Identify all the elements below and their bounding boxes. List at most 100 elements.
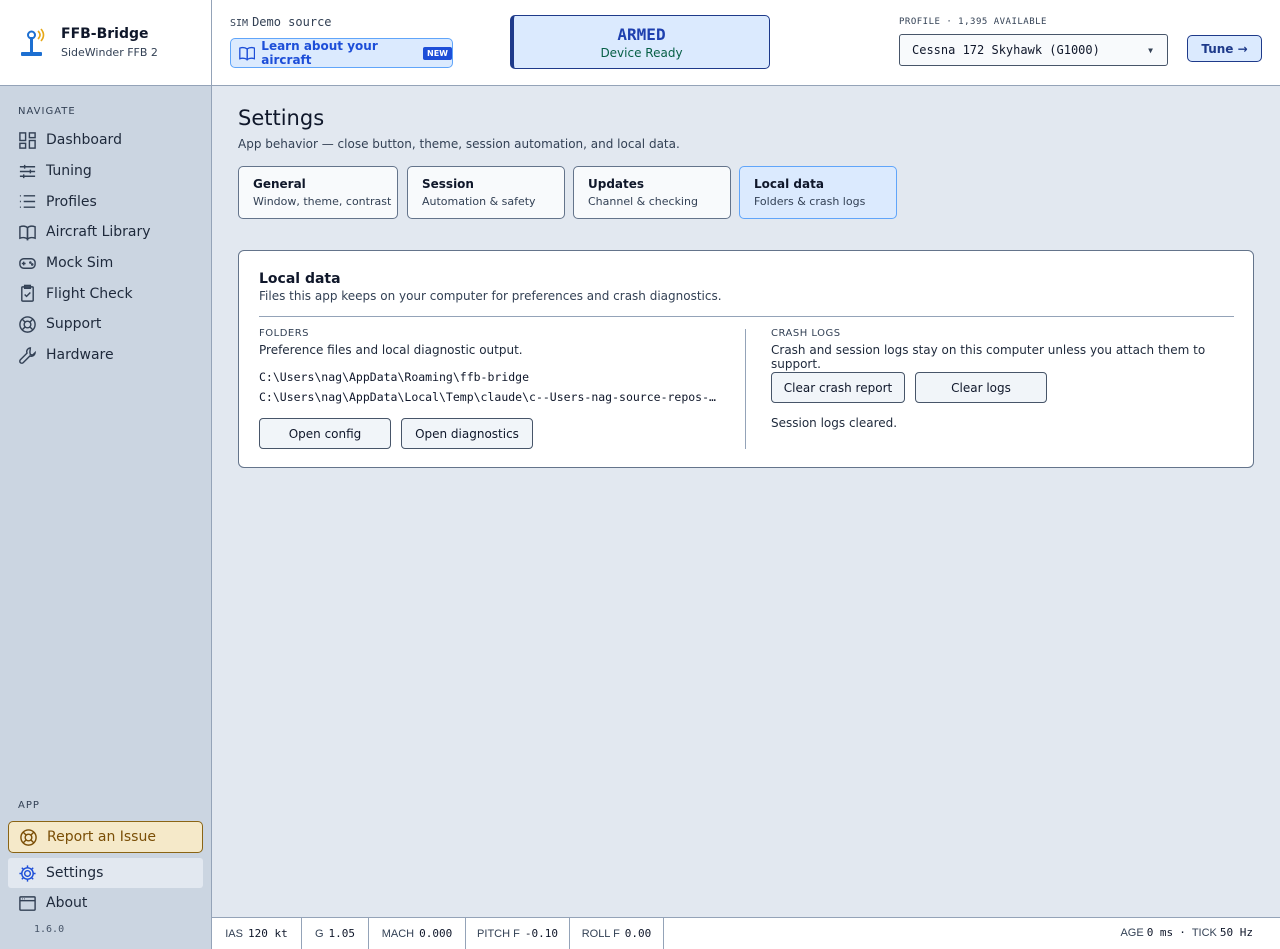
dashboard-icon [19, 132, 36, 149]
lifebuoy-icon [20, 828, 37, 846]
tab-title: Local data [754, 177, 824, 191]
sidebar-item-label: Flight Check [46, 285, 133, 302]
top-bar: SIM Demo source Learn about your aircraft… [212, 0, 1280, 86]
local-data-card: Local data Files this app keeps on your … [238, 250, 1254, 468]
sidebar-item-dashboard[interactable]: Dashboard [8, 125, 203, 156]
list-icon [19, 195, 36, 209]
main-content: Settings App behavior — close button, th… [212, 86, 1280, 917]
tab-general[interactable]: General Window, theme, contrast [238, 166, 398, 219]
sidebar-item-label: Profiles [46, 193, 97, 210]
diagnostics-path: C:\Users\nag\AppData\Local\Temp\claude\c… [259, 390, 716, 404]
pitch-readout: PITCH F -0.10 [466, 918, 570, 949]
mach-readout: MACH 0.000 [369, 918, 466, 949]
clear-logs-button[interactable]: Clear logs [915, 372, 1047, 403]
profile-select[interactable]: Cessna 172 Skyhawk (G1000) ▼ [899, 34, 1168, 66]
sliders-icon [19, 164, 36, 178]
sidebar-item-label: About [46, 895, 88, 911]
folders-label: FOLDERS [259, 328, 310, 339]
open-config-button[interactable]: Open config [259, 418, 391, 449]
sim-label: SIM [230, 18, 249, 29]
tab-subtitle: Channel & checking [588, 195, 698, 208]
separator: · [1179, 926, 1186, 939]
age-key: AGE [1120, 927, 1144, 939]
report-issue-label: Report an Issue [47, 829, 156, 845]
card-subtitle: Files this app keeps on your computer fo… [259, 289, 722, 303]
gear-icon [19, 864, 36, 882]
tune-button[interactable]: Tune → [1187, 35, 1262, 62]
new-badge: NEW [423, 46, 452, 60]
sidebar-item-mock-sim[interactable]: Mock Sim [8, 248, 203, 279]
pitch-key: PITCH F [477, 927, 520, 940]
profile-value: Cessna 172 Skyhawk (G1000) [912, 43, 1100, 57]
g-readout: G 1.05 [302, 918, 369, 949]
report-issue-button[interactable]: Report an Issue [8, 821, 203, 853]
sidebar-item-label: Tuning [46, 163, 92, 180]
g-value: 1.05 [328, 927, 356, 940]
tab-session[interactable]: Session Automation & safety [407, 166, 565, 219]
nav-list: Dashboard Tuning Profiles Aircraft Libra… [8, 125, 203, 371]
sidebar: FFB-Bridge SideWinder FFB 2 NAVIGATE Das… [0, 0, 212, 949]
app-heading: APP [18, 800, 40, 811]
tab-updates[interactable]: Updates Channel & checking [573, 166, 731, 219]
roll-readout: ROLL F 0.00 [570, 918, 664, 949]
ias-key: IAS [225, 927, 243, 940]
age-value: 0 ms [1146, 926, 1174, 939]
book-icon [19, 225, 36, 241]
status-bar: IAS 120 kt G 1.05 MACH 0.000 PITCH F -0.10 R… [212, 917, 1280, 949]
armed-title: ARMED [617, 25, 666, 44]
divider [259, 316, 1234, 317]
sidebar-item-support[interactable]: Support [8, 309, 203, 340]
app-version: 1.6.0 [34, 924, 65, 935]
sidebar-item-about[interactable]: About [8, 888, 203, 918]
tab-title: Updates [588, 177, 645, 191]
sidebar-item-tuning[interactable]: Tuning [8, 156, 203, 187]
clear-crash-report-button[interactable]: Clear crash report [771, 372, 905, 403]
sidebar-item-settings[interactable]: Settings [8, 858, 203, 888]
clipboard-check-icon [21, 284, 34, 303]
crash-logs-label: CRASH LOGS [771, 328, 841, 339]
page-subtitle: App behavior — close button, theme, sess… [238, 137, 680, 151]
chevron-down-icon: ▼ [1148, 45, 1153, 55]
armed-status: ARMED Device Ready [510, 15, 770, 69]
sidebar-item-label: Hardware [46, 347, 114, 364]
folders-subtitle: Preference files and local diagnostic ou… [259, 343, 523, 357]
tab-subtitle: Folders & crash logs [754, 195, 866, 208]
age-readout: AGE 0 ms [1120, 926, 1173, 939]
window-icon [19, 895, 36, 911]
config-path: C:\Users\nag\AppData\Roaming\ffb-bridge [259, 370, 530, 384]
open-diagnostics-button[interactable]: Open diagnostics [401, 418, 533, 449]
joystick-icon [21, 27, 45, 56]
device-name: SideWinder FFB 2 [61, 46, 158, 59]
crash-logs-subtitle: Crash and session logs stay on this comp… [771, 343, 1206, 371]
column-divider [745, 329, 746, 449]
page-title: Settings [238, 106, 325, 130]
tick-value: 50 Hz [1219, 926, 1253, 939]
sidebar-item-profiles[interactable]: Profiles [8, 186, 203, 217]
tick-readout: TICK 50 Hz [1192, 926, 1253, 939]
tab-title: Session [422, 177, 474, 191]
app-name: FFB-Bridge [61, 26, 149, 42]
sidebar-item-label: Support [46, 316, 102, 333]
armed-subtitle: Device Ready [600, 46, 683, 60]
lifebuoy-icon [19, 316, 36, 333]
learn-aircraft-button[interactable]: Learn about your aircraft NEW [230, 38, 453, 68]
status-message: Session logs cleared. [771, 416, 898, 430]
sidebar-item-flight-check[interactable]: Flight Check [8, 278, 203, 309]
sidebar-item-aircraft-library[interactable]: Aircraft Library [8, 217, 203, 248]
pitch-value: -0.10 [524, 927, 558, 940]
g-key: G [314, 927, 324, 940]
card-title: Local data [259, 271, 341, 287]
sidebar-item-hardware[interactable]: Hardware [8, 340, 203, 371]
sidebar-item-label: Aircraft Library [46, 224, 151, 241]
wrench-icon [19, 346, 36, 364]
ias-readout: IAS 120 kt [212, 918, 302, 949]
nav-heading: NAVIGATE [18, 106, 76, 117]
tab-local-data[interactable]: Local data Folders & crash logs [739, 166, 897, 219]
telemetry-meta: AGE 0 ms · TICK 50 Hz [1120, 926, 1253, 939]
tick-key: TICK [1191, 927, 1217, 939]
roll-key: ROLL F [581, 927, 620, 940]
sim-value: Demo source [252, 15, 332, 29]
sidebar-item-label: Settings [46, 865, 104, 881]
learn-label: Learn about your aircraft [261, 39, 378, 67]
tab-subtitle: Automation & safety [422, 195, 536, 208]
